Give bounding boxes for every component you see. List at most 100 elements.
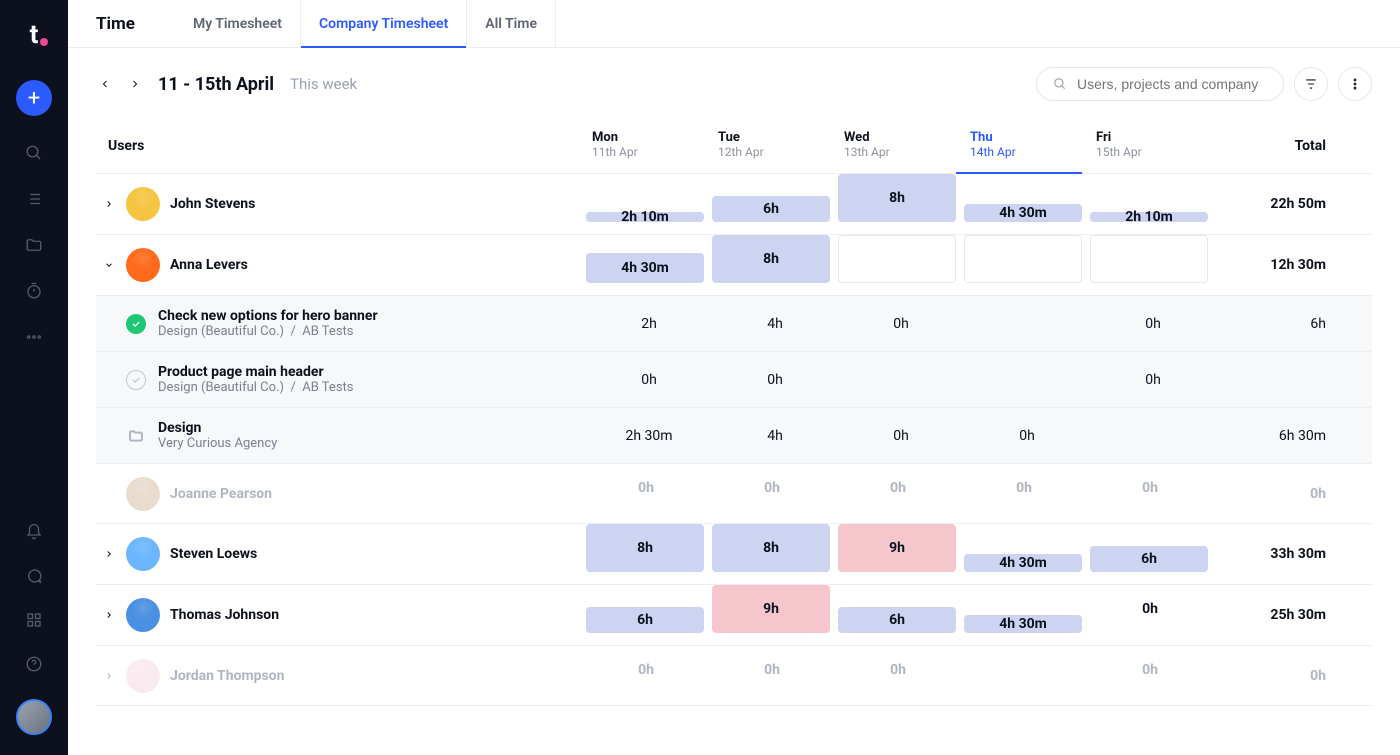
time-cell[interactable]: 8h <box>838 174 964 234</box>
time-cell[interactable]: 6h <box>712 174 838 234</box>
folder-icon[interactable] <box>126 426 146 446</box>
user-row: Thomas Johnson6h9h6h4h 30m0h25h 30m <box>96 585 1372 646</box>
time-cell[interactable] <box>838 235 964 295</box>
expand-chevron[interactable] <box>102 608 116 622</box>
this-week-label: This week <box>290 75 357 93</box>
time-cell[interactable]: 8h <box>586 524 712 584</box>
time-cell[interactable]: 4h 30m <box>964 524 1090 584</box>
user-avatar <box>126 248 160 282</box>
tab-company-timesheet[interactable]: Company Timesheet <box>301 0 467 47</box>
task-total: 6h <box>1216 296 1336 351</box>
time-value-cell: 0h <box>838 408 964 463</box>
day-header-wed: Wed13th Apr <box>838 130 964 159</box>
folder-icon[interactable] <box>25 236 43 254</box>
time-cell <box>964 646 1090 705</box>
timesheet-table: Users Mon11th AprTue12th AprWed13th AprT… <box>68 120 1400 706</box>
time-cell: 0h <box>586 464 712 523</box>
time-cell: 0h <box>964 464 1090 523</box>
time-cell[interactable]: 8h <box>712 524 838 584</box>
expand-chevron[interactable] <box>102 547 116 561</box>
time-cell[interactable]: 4h 30m <box>586 235 712 295</box>
task-subtitle: Design (Beautiful Co.) / AB Tests <box>158 380 354 395</box>
time-value-cell: 4h <box>712 296 838 351</box>
expand-chevron[interactable] <box>102 669 116 683</box>
user-avatar <box>126 598 160 632</box>
time-cell[interactable]: 9h <box>712 585 838 645</box>
task-total: 6h 30m <box>1216 408 1336 463</box>
time-cell[interactable]: 4h 30m <box>964 174 1090 234</box>
time-cell[interactable]: 6h <box>838 585 964 645</box>
bell-icon[interactable] <box>25 523 43 541</box>
time-cell[interactable]: 4h 30m <box>964 585 1090 645</box>
task-subtitle: Design (Beautiful Co.) / AB Tests <box>158 324 378 339</box>
search-input-container[interactable] <box>1036 67 1284 101</box>
tab-my-timesheet[interactable]: My Timesheet <box>175 0 301 47</box>
time-cell[interactable] <box>1090 235 1216 295</box>
time-cell: 0h <box>586 646 712 705</box>
tab-all-time[interactable]: All Time <box>467 0 556 47</box>
user-avatar <box>126 659 160 693</box>
time-value-cell: 0h <box>1090 352 1216 407</box>
user-name: Joanne Pearson <box>170 486 272 502</box>
user-name: Thomas Johnson <box>170 607 279 623</box>
task-title: Check new options for hero banner <box>158 308 378 324</box>
time-cell: 0h <box>1090 646 1216 705</box>
time-value-cell: 2h <box>586 296 712 351</box>
my-avatar[interactable] <box>16 699 52 735</box>
task-total <box>1216 352 1336 407</box>
user-row: Jordan Thompson0h0h0h0h0h <box>96 646 1372 706</box>
time-cell[interactable]: 6h <box>586 585 712 645</box>
prev-week-button[interactable] <box>96 75 114 93</box>
user-avatar <box>126 537 160 571</box>
sidebar: t + <box>0 0 68 755</box>
user-row: Joanne Pearson0h0h0h0h0h0h <box>96 464 1372 524</box>
time-value-cell: 4h <box>712 408 838 463</box>
time-value-cell: 0h <box>964 408 1090 463</box>
search-icon[interactable] <box>25 144 43 162</box>
expand-chevron[interactable] <box>102 258 116 272</box>
menu-button[interactable] <box>1338 67 1372 101</box>
search-input[interactable] <box>1077 76 1267 92</box>
time-cell[interactable]: 8h <box>712 235 838 295</box>
time-cell[interactable] <box>964 235 1090 295</box>
total-column-header: Total <box>1216 130 1336 154</box>
search-icon <box>1053 77 1067 91</box>
time-value-cell <box>964 296 1090 351</box>
logo[interactable]: t <box>30 20 39 50</box>
time-cell[interactable]: 6h <box>1090 524 1216 584</box>
row-total: 0h <box>1216 646 1336 705</box>
done-icon[interactable] <box>126 314 146 334</box>
user-avatar <box>126 477 160 511</box>
list-icon[interactable] <box>25 190 43 208</box>
time-cell: 0h <box>712 646 838 705</box>
date-range: 11 - 15th April <box>158 74 274 95</box>
more-icon[interactable] <box>25 328 43 346</box>
day-header-thu: Thu14th Apr <box>964 130 1090 159</box>
add-button[interactable]: + <box>16 80 52 116</box>
filter-button[interactable] <box>1294 67 1328 101</box>
tabs: My TimesheetCompany TimesheetAll Time <box>175 0 556 47</box>
user-row: Anna Levers4h 30m8h12h 30m <box>96 235 1372 296</box>
time-cell[interactable]: 0h <box>1090 585 1216 645</box>
time-value-cell <box>838 352 964 407</box>
time-cell[interactable]: 2h 10m <box>1090 174 1216 234</box>
timer-icon[interactable] <box>25 282 43 300</box>
apps-icon[interactable] <box>25 611 43 629</box>
next-week-button[interactable] <box>126 75 144 93</box>
task-title: Design <box>158 420 277 436</box>
help-icon[interactable] <box>25 655 43 673</box>
time-cell: 0h <box>838 646 964 705</box>
pending-icon[interactable] <box>126 370 146 390</box>
time-cell[interactable]: 2h 10m <box>586 174 712 234</box>
expand-chevron[interactable] <box>102 197 116 211</box>
chat-icon[interactable] <box>25 567 43 585</box>
task-row: DesignVery Curious Agency2h 30m4h0h0h6h … <box>96 408 1372 464</box>
row-total: 33h 30m <box>1216 524 1336 584</box>
user-avatar <box>126 187 160 221</box>
day-header-mon: Mon11th Apr <box>586 130 712 159</box>
time-value-cell <box>1090 408 1216 463</box>
main: Time My TimesheetCompany TimesheetAll Ti… <box>68 0 1400 755</box>
time-cell[interactable]: 9h <box>838 524 964 584</box>
task-title: Product page main header <box>158 364 354 380</box>
row-total: 25h 30m <box>1216 585 1336 645</box>
